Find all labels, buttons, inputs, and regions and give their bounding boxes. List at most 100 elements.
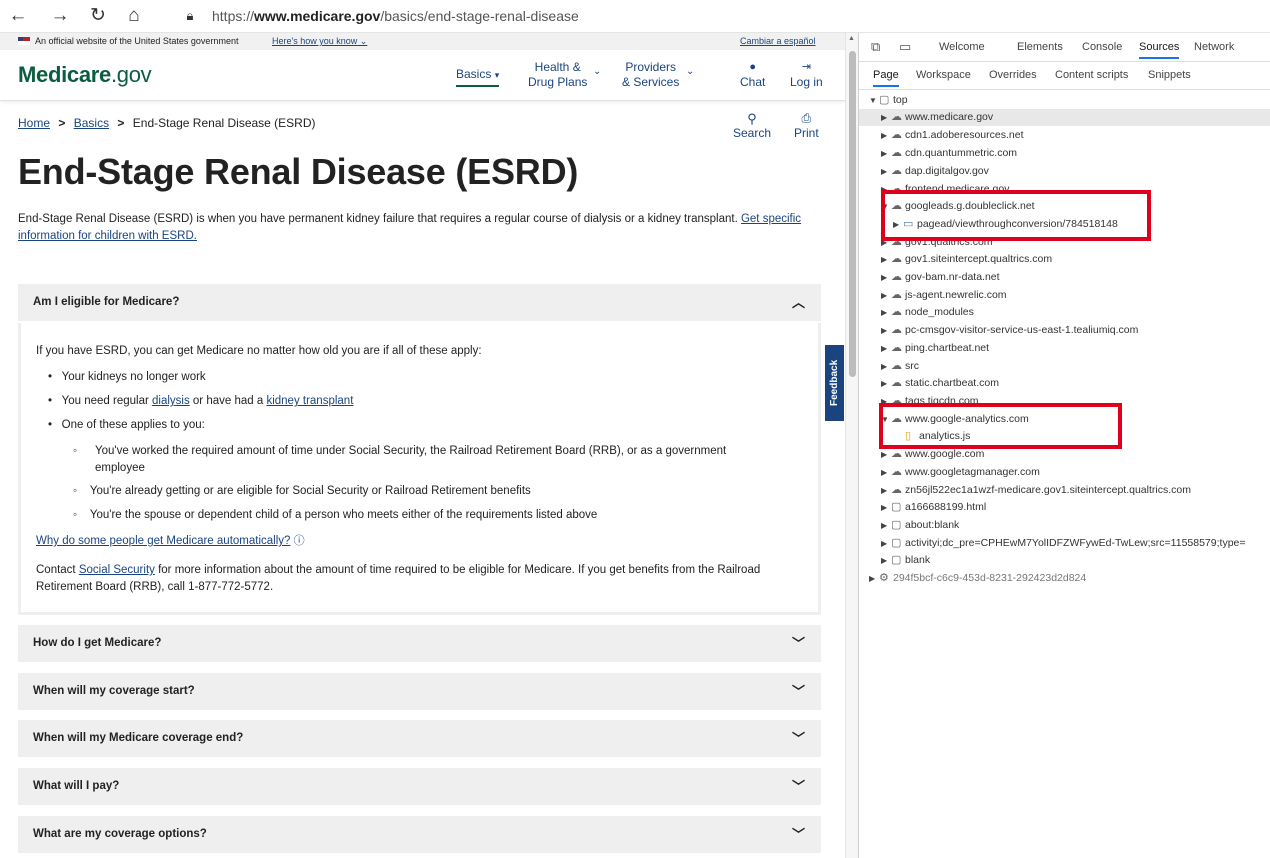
logo-suffix: .gov bbox=[110, 62, 152, 87]
tree-label: ping.chartbeat.net bbox=[905, 342, 990, 354]
breadcrumb-basics[interactable]: Basics bbox=[74, 116, 109, 130]
medicare-logo[interactable]: Medicare.gov bbox=[18, 62, 152, 88]
feedback-tab[interactable]: Feedback bbox=[825, 345, 844, 421]
accordion-what-pay[interactable]: What will I pay? ﹀ bbox=[18, 768, 821, 805]
scroll-up-icon[interactable]: ▲ bbox=[848, 35, 855, 42]
chat-icon: ● bbox=[749, 61, 756, 73]
chevron-up-icon: ︿ bbox=[791, 295, 805, 310]
tree-item[interactable]: ▶ ☁︎ ping.chartbeat.net bbox=[881, 340, 989, 357]
how-you-know-link[interactable]: Here's how you know ⌄ bbox=[272, 33, 367, 50]
tree-item[interactable]: ▶ ☁︎ js-agent.newrelic.com bbox=[881, 287, 1007, 304]
info-icon: ⓘ bbox=[293, 535, 305, 547]
expand-right-icon: ▶ bbox=[881, 468, 888, 477]
tree-item[interactable]: ▶ ☁︎ node_modules bbox=[881, 304, 974, 321]
tree-item[interactable]: ▶ ☁︎ src bbox=[881, 358, 919, 375]
nav-providers-services[interactable]: Providers & Services bbox=[622, 60, 679, 90]
tree-item[interactable]: ▶ ☁︎ pc-cmsgov-visitor-service-us-east-1.t… bbox=[881, 322, 1138, 339]
tree-item[interactable]: ▶ ☁︎ cdn.quantummetric.com bbox=[881, 145, 1017, 162]
subtab-snippets[interactable]: Snippets bbox=[1148, 69, 1191, 81]
frame-icon: ▢ bbox=[879, 94, 890, 106]
breadcrumb-home[interactable]: Home bbox=[18, 116, 50, 130]
forward-arrow-icon[interactable]: → bbox=[48, 4, 72, 28]
search-button[interactable]: ⚲ Search bbox=[733, 111, 771, 141]
tab-console[interactable]: Console bbox=[1082, 41, 1122, 53]
tree-item[interactable]: ▶ ▢ a166688199.html bbox=[881, 499, 986, 516]
tree-label: blank bbox=[905, 554, 931, 566]
home-icon[interactable]: ⌂ bbox=[122, 4, 146, 28]
expand-right-icon: ▶ bbox=[869, 574, 876, 583]
tree-item[interactable]: ▶ ☁︎ static.chartbeat.com bbox=[881, 375, 999, 392]
chat-button[interactable]: ● Chat bbox=[740, 60, 765, 90]
subtab-content-scripts[interactable]: Content scripts bbox=[1055, 69, 1128, 81]
page-title: End-Stage Renal Disease (ESRD) bbox=[18, 151, 579, 192]
tab-elements[interactable]: Elements bbox=[1017, 41, 1063, 53]
tab-welcome[interactable]: Welcome bbox=[939, 41, 985, 53]
scrollbar-thumb[interactable] bbox=[849, 51, 856, 377]
dialysis-link[interactable]: dialysis bbox=[152, 395, 190, 407]
tree-item[interactable]: ▶ ☁︎ www.googletagmanager.com bbox=[881, 464, 1040, 481]
expand-right-icon: ▶ bbox=[881, 113, 888, 122]
page-scrollbar[interactable]: ▲ bbox=[845, 33, 858, 858]
accordion-how-get[interactable]: How do I get Medicare? ﹀ bbox=[18, 625, 821, 662]
tree-item[interactable]: ▶ ☁︎ cdn1.adoberesources.net bbox=[881, 127, 1024, 144]
breadcrumb-current: End-Stage Renal Disease (ESRD) bbox=[132, 116, 316, 130]
accordion-coverage-end[interactable]: When will my Medicare coverage end? ﹀ bbox=[18, 720, 821, 757]
tree-label: gov1.siteintercept.qualtrics.com bbox=[905, 253, 1053, 265]
nav-basics-label: Basics bbox=[456, 67, 492, 81]
why-automatic-link[interactable]: Why do some people get Medicare automati… bbox=[36, 533, 305, 550]
tree-item[interactable]: ▶ ▢ blank bbox=[881, 552, 930, 569]
tree-item[interactable]: ▶ ☁︎ dap.digitalgov.gov bbox=[881, 163, 989, 180]
tree-item[interactable]: ▶ ☁︎ gov1.siteintercept.qualtrics.com bbox=[881, 251, 1052, 268]
nav-providers-line2: & Services bbox=[622, 75, 680, 89]
tree-item[interactable]: ▶ ☁︎ www.medicare.gov bbox=[859, 109, 1270, 126]
accordion-eligible[interactable]: Am I eligible for Medicare? ︿ bbox=[18, 284, 821, 321]
cloud-icon: ☁︎ bbox=[891, 342, 902, 354]
cloud-icon: ☁︎ bbox=[891, 306, 902, 318]
site-info-icon[interactable]: 🔒︎ bbox=[178, 4, 202, 28]
subtab-page[interactable]: Page bbox=[873, 69, 899, 87]
nav-health-drug-plans[interactable]: Health & Drug Plans bbox=[528, 60, 587, 90]
kidney-transplant-link[interactable]: kidney transplant bbox=[266, 395, 353, 407]
device-toggle-icon[interactable]: ⧉ bbox=[871, 39, 880, 55]
logo-main: Medicare bbox=[18, 62, 111, 87]
divider bbox=[859, 61, 1270, 62]
frame-icon: ▢ bbox=[891, 501, 902, 513]
us-flag-icon bbox=[18, 37, 30, 45]
tree-item[interactable]: ▶ ⚙︎ 294f5bcf-c6c9-453d-8231-292423d2d824 bbox=[869, 570, 1086, 587]
tree-item[interactable]: ▶ ▢ about:blank bbox=[881, 517, 959, 534]
login-icon: ⇥ bbox=[801, 61, 811, 73]
site-header: Medicare.gov Basics ▾ Health & Drug Plans… bbox=[0, 50, 845, 101]
tree-label: www.google.com bbox=[905, 448, 985, 460]
nav-basics[interactable]: Basics ▾ bbox=[456, 67, 500, 87]
sublist-item: ◦ You're the spouse or dependent child o… bbox=[73, 509, 598, 521]
refresh-icon[interactable]: ↻ bbox=[86, 4, 110, 28]
tree-item-top[interactable]: ▼ ▢ top bbox=[869, 92, 908, 109]
tree-item[interactable]: ▶ ▢ activityi;dc_pre=CPHEwM7YolIDFZWFywEd-… bbox=[881, 535, 1270, 552]
breadcrumb: Home > Basics > End-Stage Renal Disease … bbox=[18, 116, 316, 130]
subtab-workspace[interactable]: Workspace bbox=[916, 69, 971, 81]
highlight-box bbox=[879, 403, 1122, 449]
tree-label: about:blank bbox=[905, 519, 960, 531]
spanish-link[interactable]: Cambiar a español bbox=[740, 33, 816, 50]
list-item-text: or have had a bbox=[189, 395, 267, 407]
tree-item[interactable]: ▶ ☁︎ zn56jl522ec1a1wzf-medicare.gov1.sitei… bbox=[881, 482, 1191, 499]
web-page: An official website of the United States… bbox=[0, 33, 845, 858]
cloud-icon: ☁︎ bbox=[891, 147, 902, 159]
inspect-icon[interactable]: ▭ bbox=[899, 39, 911, 55]
subtab-overrides[interactable]: Overrides bbox=[989, 69, 1037, 81]
tree-item[interactable]: ▶ ☁︎ gov-bam.nr-data.net bbox=[881, 269, 1000, 286]
accordion-coverage-start[interactable]: When will my coverage start? ﹀ bbox=[18, 673, 821, 710]
tab-network[interactable]: Network bbox=[1194, 41, 1234, 53]
chevron-down-icon: ﹀ bbox=[791, 684, 805, 699]
tree-label: zn56jl522ec1a1wzf-medicare.gov1.siteinte… bbox=[905, 484, 1191, 496]
back-arrow-icon[interactable]: ← bbox=[6, 4, 30, 28]
accordion-coverage-options[interactable]: What are my coverage options? ﹀ bbox=[18, 816, 821, 853]
tab-sources[interactable]: Sources bbox=[1139, 41, 1180, 59]
print-button[interactable]: ⎙ Print bbox=[794, 111, 819, 141]
address-bar[interactable]: https://www.medicare.gov/basics/end-stag… bbox=[212, 5, 1270, 27]
expand-right-icon: ▶ bbox=[881, 131, 888, 140]
expand-right-icon: ▶ bbox=[881, 344, 888, 353]
tree-label: cdn.quantummetric.com bbox=[905, 147, 1018, 159]
social-security-link[interactable]: Social Security bbox=[79, 564, 155, 576]
login-button[interactable]: ⇥ Log in bbox=[790, 60, 823, 90]
